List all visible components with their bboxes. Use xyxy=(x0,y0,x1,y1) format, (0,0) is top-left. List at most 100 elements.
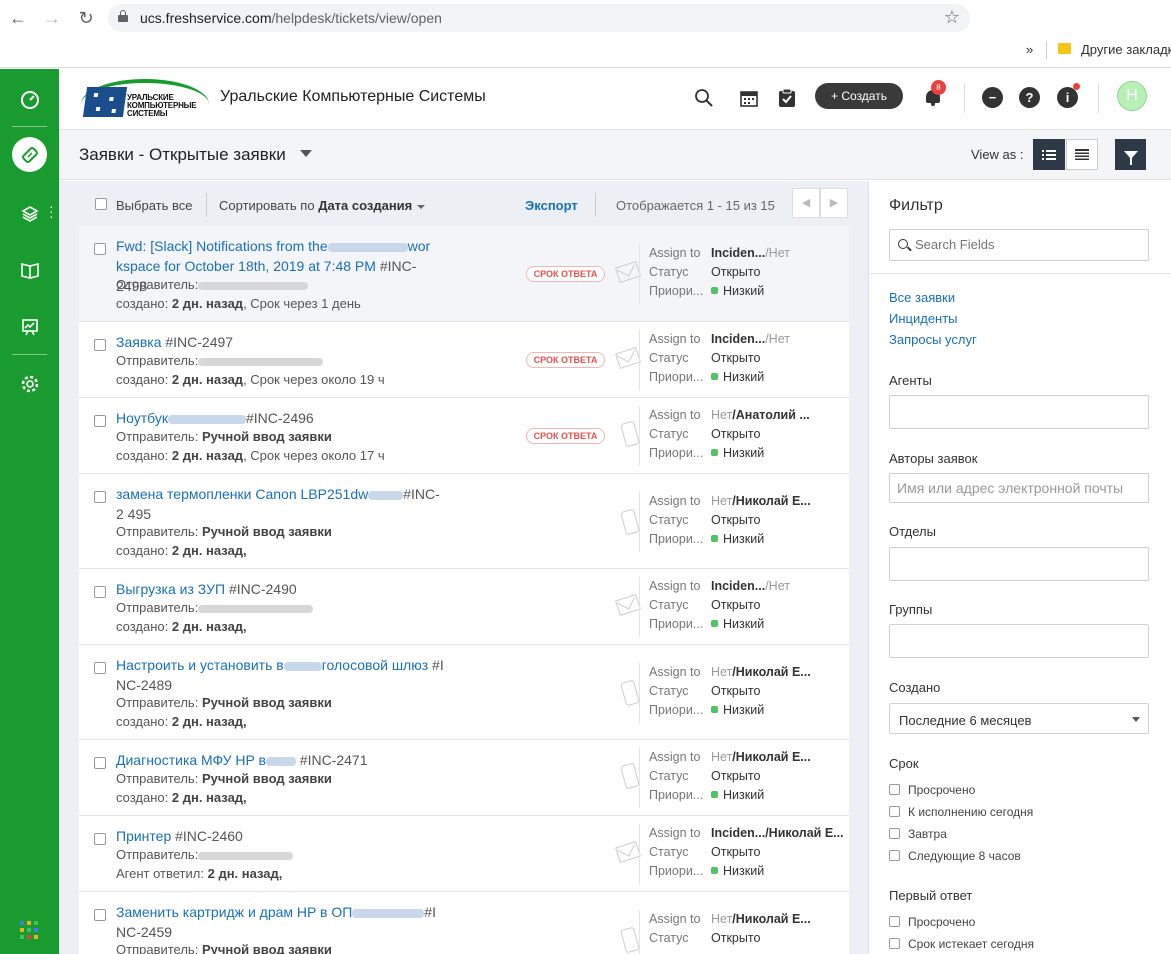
ticket-checkbox[interactable] xyxy=(94,909,106,921)
status-value[interactable]: Открыто xyxy=(711,263,760,282)
status-value[interactable]: Открыто xyxy=(711,682,760,701)
app-switcher-icon[interactable] xyxy=(20,921,38,939)
assign-to-value[interactable]: Нет/Анатолий ... xyxy=(711,406,810,425)
departments-field[interactable] xyxy=(889,547,1149,581)
groups-field[interactable] xyxy=(889,624,1149,658)
ticket-checkbox[interactable] xyxy=(94,662,106,674)
due-option-tomorrow[interactable]: Завтра xyxy=(889,827,947,841)
next-page-button[interactable]: ▶ xyxy=(820,188,848,218)
ticket-subject[interactable]: Заменить картридж и драм HP в ОП #I NC-24… xyxy=(116,902,446,942)
calendar-icon[interactable] xyxy=(738,87,760,109)
ticket-subject[interactable]: Диагностика МФУ HP в #INC-2471 xyxy=(116,750,446,770)
priority-value[interactable]: Низкий xyxy=(711,282,764,301)
created-select[interactable]: Последние 6 месяцев xyxy=(889,703,1149,734)
ticket-subject[interactable]: Настроить и установить в голосовой шлюз #… xyxy=(116,655,446,695)
filter-link-service-requests[interactable]: Запросы услуг xyxy=(889,332,977,347)
back-icon[interactable]: ← xyxy=(8,8,28,28)
bookmarks-overflow[interactable]: » xyxy=(1026,42,1033,57)
company-logo[interactable]: УРАЛЬСКИЕ КОМПЬЮТЕРНЫЕ СИСТЕМЫ xyxy=(81,79,209,121)
ticket-checkbox[interactable] xyxy=(94,491,106,503)
priority-value[interactable]: Низкий xyxy=(711,615,764,634)
address-bar[interactable]: ucs.freshservice.com/helpdesk/tickets/vi… xyxy=(108,4,970,32)
ticket-subject[interactable]: Заявка #INC-2497 xyxy=(116,332,446,352)
settings-icon[interactable] xyxy=(12,366,47,401)
ticket-row[interactable]: Диагностика МФУ HP в #INC-2471 Отправите… xyxy=(79,740,849,816)
sort-dropdown[interactable]: Сортировать по Дата создания xyxy=(219,198,426,213)
tickets-icon[interactable] xyxy=(12,137,47,172)
ticket-checkbox[interactable] xyxy=(94,415,106,427)
assign-to-value[interactable]: Нет/Николай Е... xyxy=(711,748,811,767)
reload-icon[interactable]: ↻ xyxy=(76,8,96,28)
first-response-option-overdue[interactable]: Просрочено xyxy=(889,915,975,929)
filter-toggle-button[interactable] xyxy=(1115,139,1146,170)
ticket-row[interactable]: Принтер #INC-2460 Отправитель: Агент отв… xyxy=(79,816,849,892)
prev-page-button[interactable]: ◀ xyxy=(792,188,820,218)
create-button[interactable]: + Создать xyxy=(815,83,903,109)
ticket-row[interactable]: Заявка #INC-2497 Отправитель: создано: 2… xyxy=(79,322,849,398)
ticket-checkbox[interactable] xyxy=(94,339,106,351)
bookmark-star-icon[interactable]: ☆ xyxy=(944,7,960,28)
chevron-down-icon[interactable] xyxy=(300,150,312,157)
due-option-today[interactable]: К исполнению сегодня xyxy=(889,805,1033,819)
filter-link-incidents[interactable]: Инциденты xyxy=(889,311,958,326)
ticket-checkbox[interactable] xyxy=(94,243,106,255)
search-icon[interactable] xyxy=(693,87,715,109)
table-view-button[interactable] xyxy=(1066,139,1098,170)
due-option-overdue[interactable]: Просрочено xyxy=(889,783,975,797)
select-all-label[interactable]: Выбрать все xyxy=(116,198,192,213)
status-value[interactable]: Открыто xyxy=(711,425,760,444)
ticket-checkbox[interactable] xyxy=(94,757,106,769)
info-icon[interactable]: i xyxy=(1057,87,1078,108)
status-value[interactable]: Открыто xyxy=(711,767,760,786)
priority-value[interactable]: Низкий xyxy=(711,444,764,463)
assets-icon[interactable] xyxy=(12,196,47,231)
assign-to-value[interactable]: Нет/Николай Е... xyxy=(711,492,811,511)
avatar[interactable]: H xyxy=(1117,81,1147,111)
ticket-row[interactable]: замена термопленки Canon LBP251dw #INC-2 … xyxy=(79,474,849,569)
assign-to-value[interactable]: Нет/Николай Е... xyxy=(711,910,811,929)
ticket-checkbox[interactable] xyxy=(94,586,106,598)
first-response-option-today[interactable]: Срок истекает сегодня xyxy=(889,937,1034,951)
export-link[interactable]: Экспорт xyxy=(525,198,578,213)
chat-icon[interactable]: − xyxy=(982,87,1003,108)
ticket-checkbox[interactable] xyxy=(94,833,106,845)
due-option-next-8h[interactable]: Следующие 8 часов xyxy=(889,849,1021,863)
status-value[interactable]: Открыто xyxy=(711,511,760,530)
requesters-field[interactable] xyxy=(889,473,1149,503)
dashboard-icon[interactable] xyxy=(12,82,47,117)
ticket-row[interactable]: Fwd: [Slack] Notifications from the wor k… xyxy=(79,226,849,322)
select-all-checkbox[interactable] xyxy=(95,198,107,210)
ticket-row[interactable]: Выгрузка из ЗУП #INC-2490 Отправитель: с… xyxy=(79,569,849,645)
clipboard-icon[interactable] xyxy=(776,87,798,109)
reports-icon[interactable] xyxy=(12,309,47,344)
assign-to-value[interactable]: Inciden.../Николай Е... xyxy=(711,824,844,843)
ticket-subject[interactable]: Принтер #INC-2460 xyxy=(116,826,446,846)
filter-link-all-tickets[interactable]: Все заявки xyxy=(889,290,955,305)
agents-field[interactable] xyxy=(889,395,1149,429)
ticket-subject[interactable]: Выгрузка из ЗУП #INC-2490 xyxy=(116,579,446,599)
priority-value[interactable]: Низкий xyxy=(711,368,764,387)
page-title[interactable]: Заявки - Открытые заявки xyxy=(79,145,286,165)
filter-search-input[interactable] xyxy=(915,237,1140,252)
priority-value[interactable]: Низкий xyxy=(711,862,764,881)
notifications-bell-icon[interactable]: 8 xyxy=(923,80,946,107)
assign-to-value[interactable]: Inciden.../Нет xyxy=(711,330,790,349)
ticket-row[interactable]: Настроить и установить в голосовой шлюз #… xyxy=(79,645,849,740)
assign-to-value[interactable]: Нет/Николай Е... xyxy=(711,663,811,682)
ticket-subject[interactable]: замена термопленки Canon LBP251dw #INC-2 … xyxy=(116,484,446,524)
help-icon[interactable]: ? xyxy=(1019,87,1040,108)
card-view-button[interactable] xyxy=(1033,139,1065,170)
forward-icon[interactable]: → xyxy=(42,8,62,28)
status-value[interactable]: Открыто xyxy=(711,349,760,368)
ticket-row[interactable]: Ноутбук #INC-2496 Отправитель: Ручной вво… xyxy=(79,398,849,474)
knowledge-base-icon[interactable] xyxy=(12,252,47,287)
bookmarks-folder-label[interactable]: Другие закладки xyxy=(1081,42,1171,57)
more-icon[interactable]: · · · xyxy=(49,199,54,223)
assign-to-value[interactable]: Inciden.../Нет xyxy=(711,244,790,263)
status-value[interactable]: Открыто xyxy=(711,843,760,862)
priority-value[interactable]: Низкий xyxy=(711,701,764,720)
ticket-subject[interactable]: Ноутбук #INC-2496 xyxy=(116,408,446,428)
priority-value[interactable]: Низкий xyxy=(711,530,764,549)
assign-to-value[interactable]: Inciden.../Нет xyxy=(711,577,790,596)
status-value[interactable]: Открыто xyxy=(711,929,760,948)
